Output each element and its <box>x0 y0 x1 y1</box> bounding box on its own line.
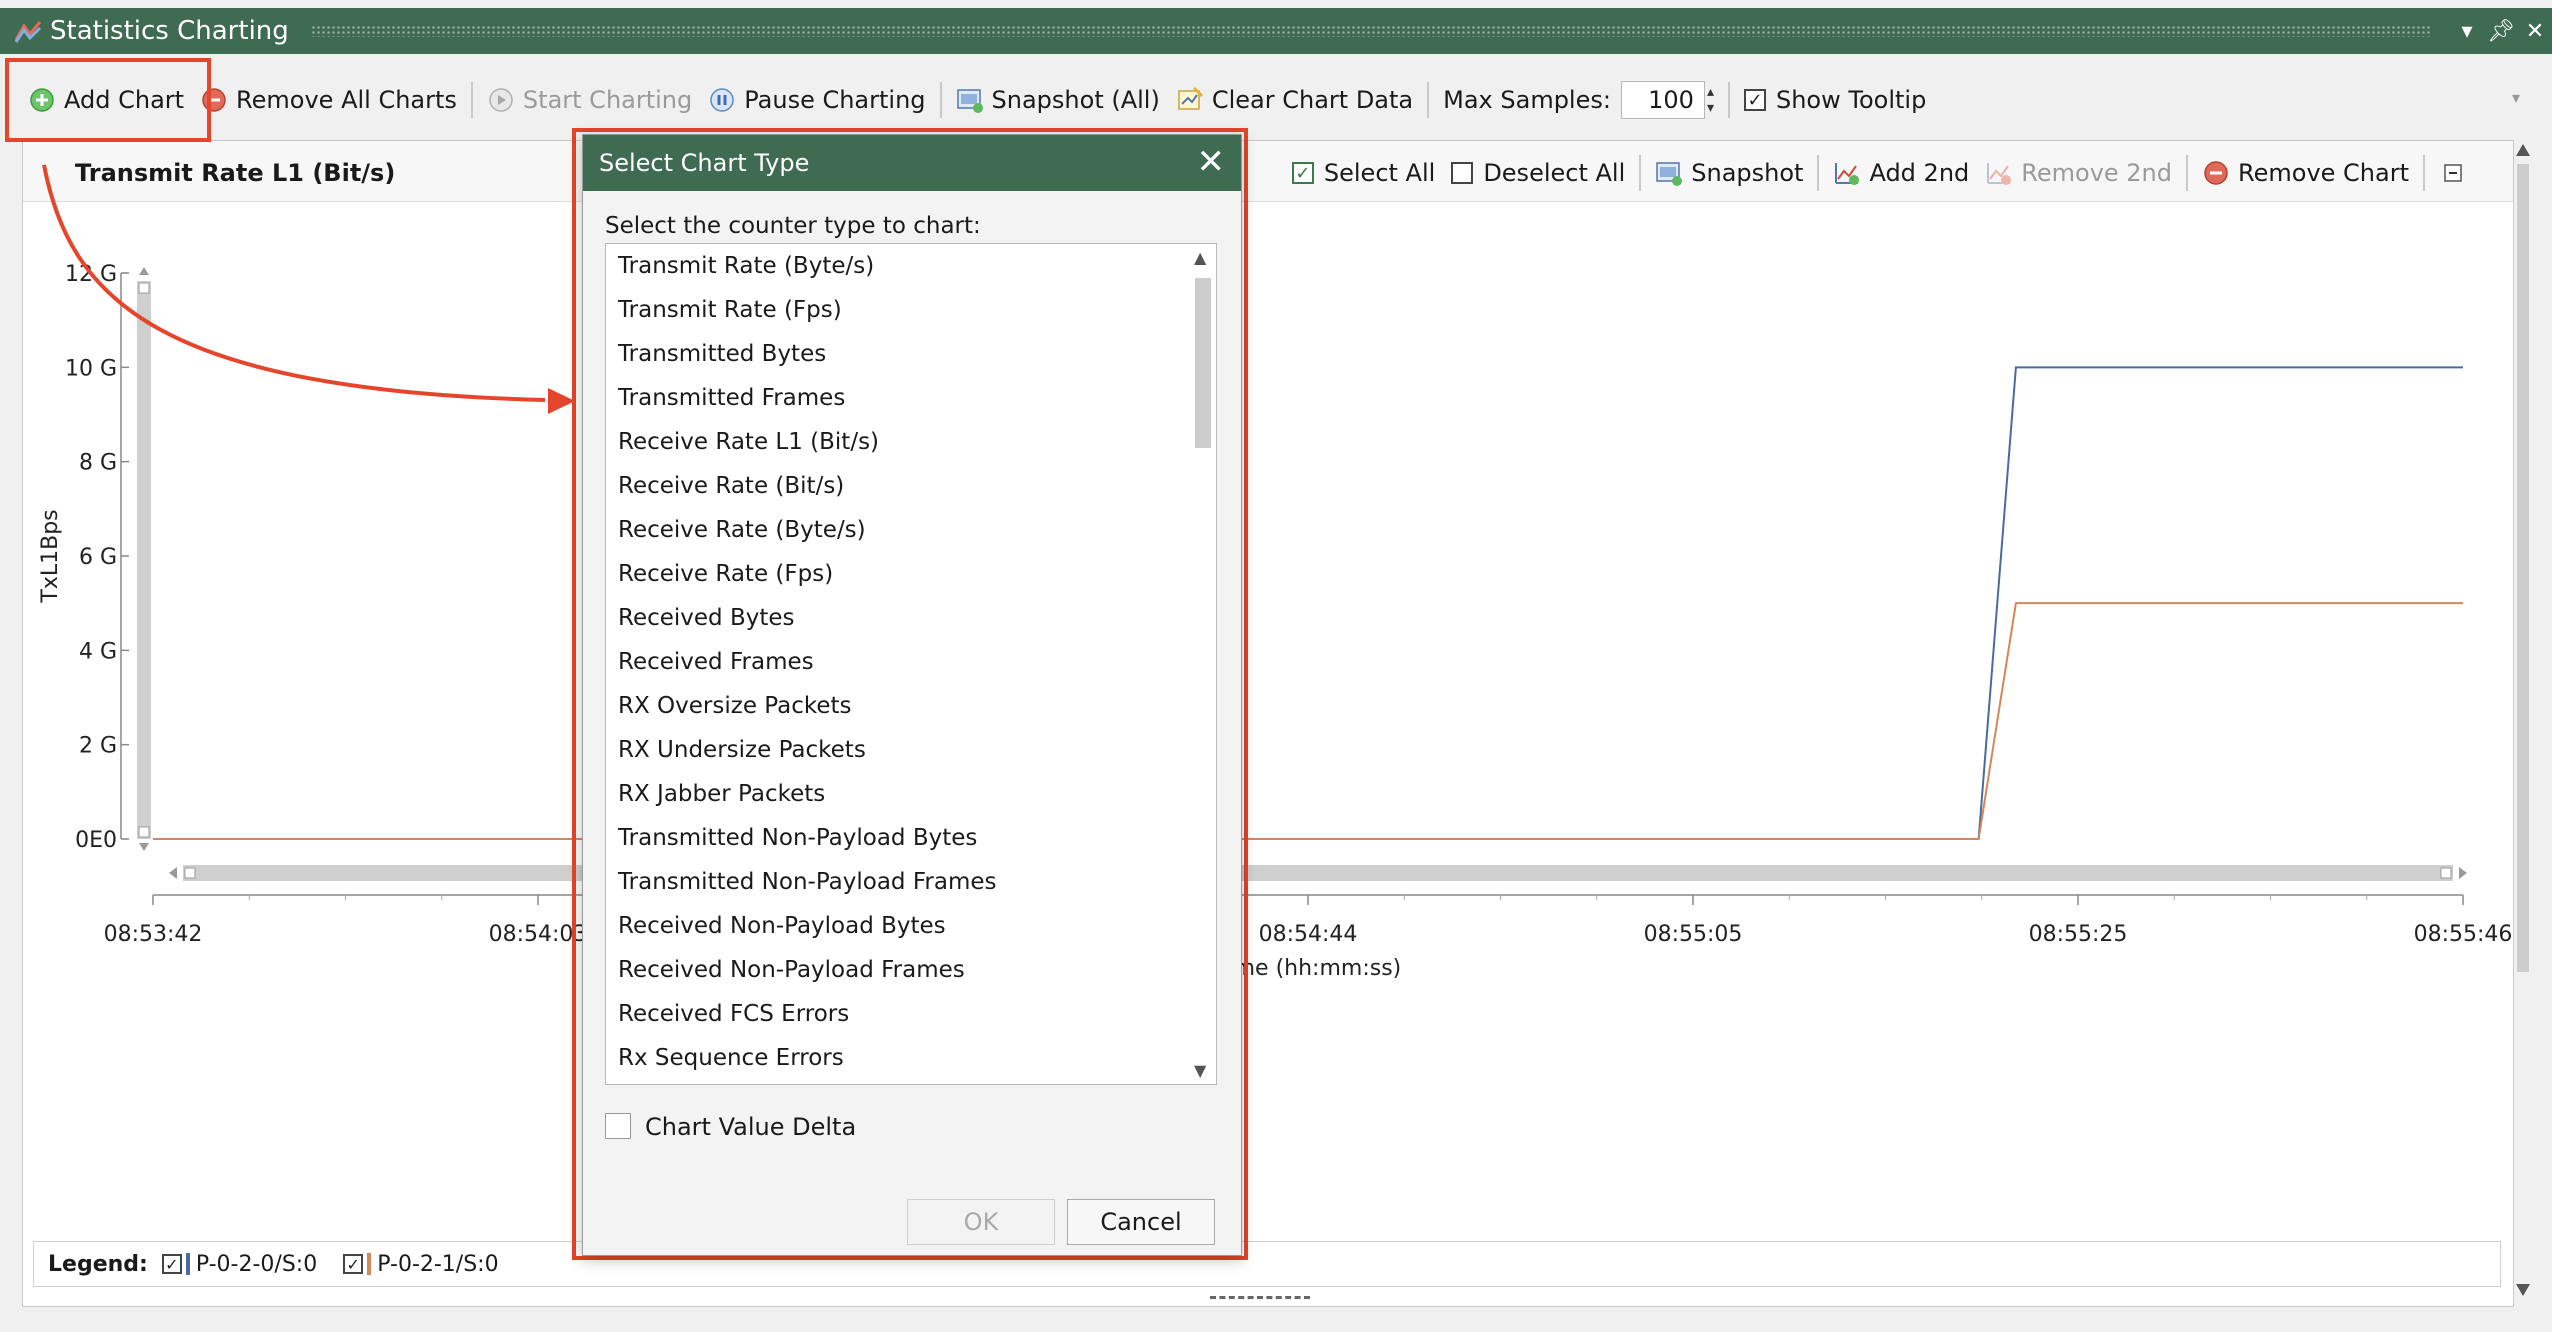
counter-list-item[interactable]: Receive Rate (Fps) <box>606 552 1216 596</box>
counter-list-item[interactable]: Transmitted Non-Payload Frames <box>606 860 1216 904</box>
counter-list-item[interactable]: RX Undersize Packets <box>606 728 1216 772</box>
cancel-button[interactable]: Cancel <box>1067 1199 1215 1245</box>
counter-list-item[interactable]: Received Frames <box>606 640 1216 684</box>
counter-type-list[interactable]: Transmit Rate (Byte/s) Transmit Rate (Fps… <box>605 243 1217 1085</box>
counter-list-item[interactable]: Received Bytes <box>606 596 1216 640</box>
counter-list-item[interactable]: RX Jabber Packets <box>606 772 1216 816</box>
counter-list-item[interactable]: Receive Rate (Bit/s) <box>606 464 1216 508</box>
scroll-down-icon[interactable]: ▼ <box>1194 1061 1206 1080</box>
counter-list-item[interactable]: Received FCS Errors <box>606 992 1216 1036</box>
counter-list-item[interactable]: Receive Rate (Byte/s) <box>606 508 1216 552</box>
counter-list-item[interactable]: Received Non-Payload Frames <box>606 948 1216 992</box>
chart-value-delta-label: Chart Value Delta <box>645 1113 857 1141</box>
counter-list-item[interactable]: Transmitted Bytes <box>606 332 1216 376</box>
counter-list-item[interactable]: Received Non-Payload Bytes <box>606 904 1216 948</box>
counter-list-item[interactable]: Transmitted Frames <box>606 376 1216 420</box>
counter-list-item[interactable]: RX Oversize Packets <box>606 684 1216 728</box>
list-scroll-thumb[interactable] <box>1195 278 1211 448</box>
select-chart-type-dialog: Select Chart Type ✕ Select the counter t… <box>582 134 1242 1256</box>
counter-list-item[interactable]: Transmitted Non-Payload Bytes <box>606 816 1216 860</box>
annotation-arrow <box>42 164 575 414</box>
counter-list-item[interactable]: Transmit Rate (Byte/s) <box>606 244 1216 288</box>
dialog-title: Select Chart Type <box>599 149 810 177</box>
counter-list-item[interactable]: Rx Sequence Errors <box>606 1036 1216 1080</box>
dialog-header: Select Chart Type ✕ <box>583 135 1241 191</box>
dialog-prompt: Select the counter type to chart: <box>605 213 981 239</box>
list-scrollbar[interactable]: ▲ ▼ <box>1190 244 1216 1084</box>
chart-value-delta-checkbox[interactable] <box>605 1113 631 1139</box>
scroll-up-icon[interactable]: ▲ <box>1194 248 1206 267</box>
ok-button[interactable]: OK <box>907 1199 1055 1245</box>
close-icon[interactable]: ✕ <box>1197 143 1226 181</box>
counter-list-items: Transmit Rate (Byte/s) Transmit Rate (Fps… <box>606 244 1216 1080</box>
counter-list-item[interactable]: Transmit Rate (Fps) <box>606 288 1216 332</box>
counter-list-item[interactable]: Receive Rate L1 (Bit/s) <box>606 420 1216 464</box>
